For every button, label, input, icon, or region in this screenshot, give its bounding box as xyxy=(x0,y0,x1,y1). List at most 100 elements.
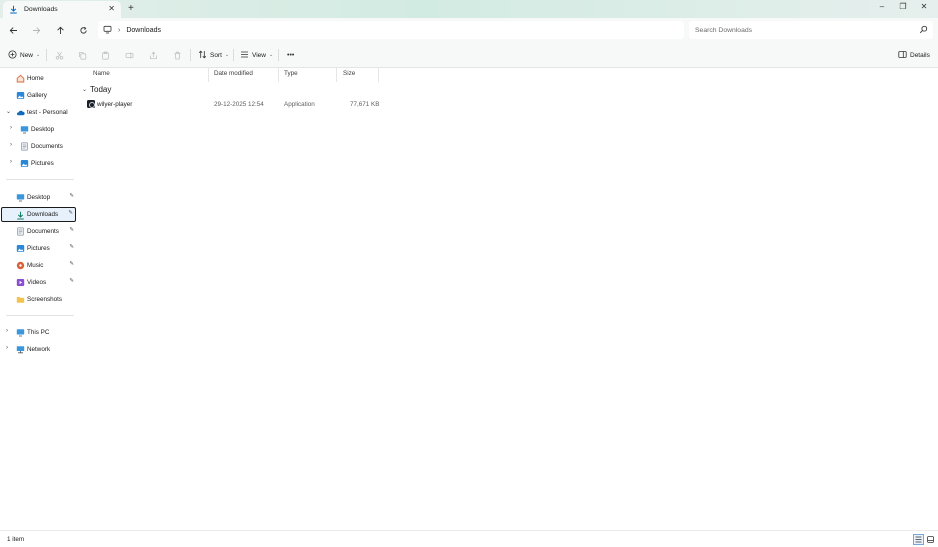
close-button[interactable]: ✕ xyxy=(917,2,931,11)
navigation-pane: Home Gallery ⌄ test - Personal › Desktop… xyxy=(0,68,80,528)
column-divider[interactable] xyxy=(208,68,209,82)
table-row[interactable]: wilyer-player 29-12-2025 12:54 Applicati… xyxy=(80,98,390,111)
sort-icon xyxy=(198,50,207,61)
search-icon[interactable] xyxy=(919,25,928,36)
rename-icon[interactable] xyxy=(125,49,134,61)
up-icon[interactable] xyxy=(53,23,67,37)
sidebar-item-label: Documents xyxy=(31,142,63,150)
new-tab-button[interactable]: + xyxy=(128,3,134,14)
sidebar-item-onedrive-documents[interactable]: › Documents xyxy=(1,139,76,154)
chevron-down-icon[interactable]: ⌄ xyxy=(6,108,11,115)
column-divider[interactable] xyxy=(378,68,379,82)
pin-icon[interactable]: ✎ xyxy=(69,227,74,233)
copy-icon[interactable] xyxy=(78,49,87,61)
pictures-icon xyxy=(16,244,25,253)
documents-icon xyxy=(16,227,25,236)
sidebar-item-onedrive-desktop[interactable]: › Desktop xyxy=(1,122,76,137)
plus-circle-icon xyxy=(8,50,17,61)
restore-button[interactable]: ❐ xyxy=(896,2,910,11)
chevron-right-icon[interactable]: › xyxy=(10,125,12,131)
more-options-icon[interactable]: ••• xyxy=(287,49,294,61)
column-header-type[interactable]: Type xyxy=(284,70,298,77)
column-header-size[interactable]: Size xyxy=(343,70,355,77)
pin-icon[interactable]: ✎ xyxy=(69,278,74,284)
chevron-down-icon: ⌄ xyxy=(224,52,230,58)
column-divider[interactable] xyxy=(278,68,279,82)
sidebar-item-label: Documents xyxy=(27,227,59,235)
application-icon xyxy=(87,100,95,108)
group-header-today[interactable]: ⌄ Today xyxy=(82,85,111,94)
pin-icon[interactable]: ✎ xyxy=(68,210,73,216)
sidebar-item-screenshots[interactable]: Screenshots xyxy=(1,292,76,307)
sidebar-item-label: Pictures xyxy=(31,159,54,167)
tab-downloads[interactable]: Downloads ✕ xyxy=(3,1,121,18)
pin-icon[interactable]: ✎ xyxy=(69,261,74,267)
divider xyxy=(190,49,191,61)
forward-icon[interactable] xyxy=(29,23,43,37)
file-size: 77,671 KB xyxy=(350,101,380,108)
new-button[interactable]: New ⌄ xyxy=(8,49,40,61)
chevron-down-icon[interactable]: ⌄ xyxy=(82,86,87,93)
cut-icon[interactable] xyxy=(55,49,64,61)
address-bar[interactable]: › Downloads xyxy=(98,21,684,39)
minimize-button[interactable]: – xyxy=(875,2,889,11)
sidebar-item-documents[interactable]: Documents ✎ xyxy=(1,224,76,239)
chevron-right-icon[interactable]: › xyxy=(10,159,12,165)
sidebar-item-label: Videos xyxy=(27,278,47,286)
sidebar-divider xyxy=(6,179,74,180)
view-button[interactable]: View ⌄ xyxy=(240,49,273,61)
sidebar-item-downloads[interactable]: Downloads ✎ xyxy=(1,207,76,222)
paste-icon[interactable] xyxy=(101,49,110,61)
refresh-icon[interactable] xyxy=(76,23,90,37)
tab-close-icon[interactable]: ✕ xyxy=(108,4,115,13)
sidebar-item-gallery[interactable]: Gallery xyxy=(1,88,76,103)
sidebar-item-desktop[interactable]: Desktop ✎ xyxy=(1,190,76,205)
item-count: 1 item xyxy=(7,536,25,543)
back-icon[interactable] xyxy=(6,23,20,37)
details-button[interactable]: Details xyxy=(898,49,930,61)
delete-icon[interactable] xyxy=(173,49,182,61)
sidebar-item-pictures[interactable]: Pictures ✎ xyxy=(1,241,76,256)
share-icon[interactable] xyxy=(149,49,158,61)
sidebar-item-network[interactable]: › Network xyxy=(1,342,76,357)
download-icon xyxy=(9,5,18,14)
monitor-icon xyxy=(103,25,112,36)
sidebar-item-label: Home xyxy=(27,74,44,82)
column-header-date[interactable]: Date modified xyxy=(214,70,253,77)
sort-label: Sort xyxy=(210,51,222,59)
sidebar-item-onedrive-pictures[interactable]: › Pictures xyxy=(1,156,76,171)
sidebar-item-music[interactable]: Music ✎ xyxy=(1,258,76,273)
sidebar-item-onedrive[interactable]: ⌄ test - Personal xyxy=(1,105,76,120)
file-date: 29-12-2025 12:54 xyxy=(214,101,264,108)
search-box[interactable]: Search Downloads xyxy=(689,21,933,39)
divider xyxy=(233,49,234,61)
tab-title: Downloads xyxy=(24,6,58,13)
sidebar-divider xyxy=(6,315,74,316)
file-type: Application xyxy=(284,101,315,108)
sidebar-item-videos[interactable]: Videos ✎ xyxy=(1,275,76,290)
file-name[interactable]: wilyer-player xyxy=(97,101,132,108)
new-label: New xyxy=(20,51,34,59)
pin-icon[interactable]: ✎ xyxy=(69,193,74,199)
sidebar-item-label: Downloads xyxy=(27,210,59,218)
divider xyxy=(46,49,47,61)
tiles-view-icon[interactable] xyxy=(925,534,936,545)
chevron-right-icon[interactable]: › xyxy=(6,328,8,334)
column-divider[interactable] xyxy=(336,68,337,82)
chevron-right-icon[interactable]: › xyxy=(10,142,12,148)
search-input[interactable]: Search Downloads xyxy=(695,27,752,34)
column-header-name[interactable]: Name xyxy=(93,70,110,77)
desktop-icon xyxy=(20,125,29,134)
chevron-right-icon[interactable]: › xyxy=(6,345,8,351)
chevron-down-icon: ⌄ xyxy=(36,52,41,58)
sidebar-item-label: Desktop xyxy=(27,193,51,201)
sidebar-item-this-pc[interactable]: › This PC xyxy=(1,325,76,340)
pin-icon[interactable]: ✎ xyxy=(69,244,74,250)
computer-icon xyxy=(16,328,25,337)
breadcrumb-downloads[interactable]: Downloads xyxy=(126,27,161,34)
cloud-icon xyxy=(16,108,25,117)
sidebar-item-label: Network xyxy=(27,345,51,353)
sidebar-item-home[interactable]: Home xyxy=(1,71,76,86)
details-view-icon[interactable] xyxy=(913,534,924,545)
sort-button[interactable]: Sort ⌄ xyxy=(198,49,229,61)
